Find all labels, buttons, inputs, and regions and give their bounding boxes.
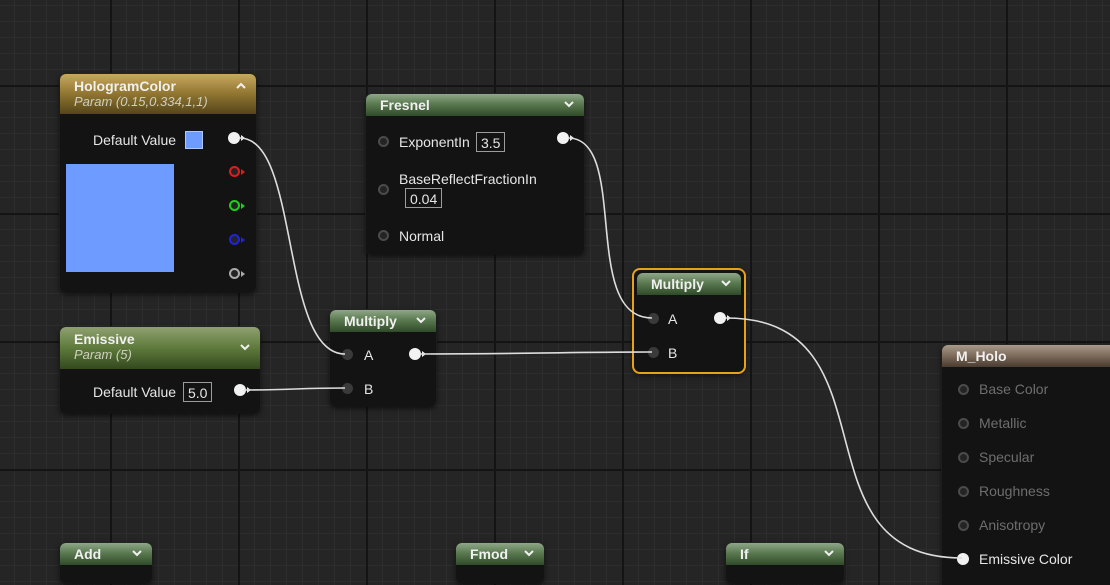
output-pin-arrow: [241, 271, 245, 277]
input-label-emissive-color: Emissive Color: [979, 551, 1073, 567]
color-swatch-small[interactable]: [185, 131, 203, 149]
input-pin-b[interactable]: [648, 347, 659, 358]
input-pin-a[interactable]: [648, 313, 659, 324]
output-pin[interactable]: [234, 384, 246, 396]
node-fmod[interactable]: Fmod: [456, 543, 544, 583]
output-pin-arrow: [247, 387, 251, 393]
input-label-metallic: Metallic: [979, 415, 1027, 431]
node-title: Add: [74, 546, 102, 562]
node-material-result[interactable]: M_Holo Base Color Metallic Specular Roug…: [942, 345, 1110, 585]
exponent-field[interactable]: 3.5: [476, 132, 506, 152]
input-pin-roughness[interactable]: [958, 486, 969, 497]
expand-icon[interactable]: [238, 340, 252, 354]
node-title: Multiply: [344, 313, 397, 329]
input-label-base-color: Base Color: [979, 381, 1049, 397]
output-pin[interactable]: [557, 132, 569, 144]
input-pin-metallic[interactable]: [958, 418, 969, 429]
node-subtitle: Param (5): [74, 347, 132, 362]
output-pin-rgba[interactable]: [228, 132, 240, 144]
expand-icon[interactable]: [822, 546, 836, 560]
input-label-anisotropy: Anisotropy: [979, 517, 1046, 533]
output-pin-arrow: [422, 351, 426, 357]
expand-icon[interactable]: [719, 276, 733, 290]
node-multiply-2-selected[interactable]: Multiply A B: [634, 270, 744, 372]
input-pin-anisotropy[interactable]: [958, 520, 969, 531]
output-pin[interactable]: [409, 348, 421, 360]
output-pin-arrow: [241, 135, 245, 141]
output-pin-arrow: [241, 203, 245, 209]
node-title: Fresnel: [380, 97, 430, 113]
output-pin-b[interactable]: [229, 234, 240, 245]
output-pin-arrow: [727, 315, 731, 321]
expand-icon[interactable]: [130, 546, 144, 560]
input-a-label: A: [364, 347, 374, 363]
wire-multiply1-to-multiply2-b[interactable]: [419, 351, 653, 355]
base-reflect-field[interactable]: 0.04: [405, 188, 443, 208]
color-preview-swatch: [66, 164, 174, 272]
wire-multiply2-to-emissive-color[interactable]: [725, 317, 963, 559]
input-a-label: A: [668, 311, 678, 327]
node-emissive[interactable]: Emissive Param (5) Default Value 5.0: [60, 327, 260, 413]
node-fresnel[interactable]: Fresnel ExponentIn 3.5 BaseReflectFracti…: [366, 94, 584, 254]
input-pin-exponent[interactable]: [378, 136, 389, 147]
expand-icon[interactable]: [522, 546, 536, 560]
input-pin-emissive-color[interactable]: [957, 553, 969, 565]
default-value-field[interactable]: 5.0: [183, 382, 213, 402]
expand-icon[interactable]: [414, 313, 428, 327]
input-label-specular: Specular: [979, 449, 1035, 465]
node-if[interactable]: If: [726, 543, 844, 583]
base-reflect-label: BaseReflectFractionIn: [399, 171, 537, 187]
input-pin-normal[interactable]: [378, 230, 389, 241]
node-title: Emissive: [74, 331, 135, 347]
input-b-label: B: [668, 345, 678, 361]
collapse-icon[interactable]: [234, 79, 248, 93]
input-label-roughness: Roughness: [979, 483, 1050, 499]
node-subtitle: Param (0.15,0.334,1,1): [74, 94, 208, 109]
default-value-label: Default Value: [93, 132, 177, 148]
node-title: M_Holo: [956, 348, 1007, 364]
node-add[interactable]: Add: [60, 543, 152, 583]
input-pin-a[interactable]: [342, 349, 353, 360]
output-pin-arrow: [570, 135, 574, 141]
input-pin-base-color[interactable]: [958, 384, 969, 395]
output-pin-r[interactable]: [229, 166, 240, 177]
input-pin-specular[interactable]: [958, 452, 969, 463]
node-multiply-1[interactable]: Multiply A B: [330, 310, 436, 406]
node-title: Multiply: [651, 276, 704, 292]
node-title: Fmod: [470, 546, 509, 562]
output-pin-arrow: [241, 237, 245, 243]
input-b-label: B: [364, 381, 374, 397]
expand-icon[interactable]: [562, 97, 576, 111]
input-pin-b[interactable]: [342, 383, 353, 394]
exponent-label: ExponentIn: [399, 134, 470, 150]
node-hologram-color[interactable]: HologramColor Param (0.15,0.334,1,1) Def…: [60, 74, 256, 292]
output-pin-g[interactable]: [229, 200, 240, 211]
output-pin-arrow: [241, 169, 245, 175]
output-pin-a[interactable]: [229, 268, 240, 279]
node-title: If: [740, 546, 749, 562]
input-pin-base-reflect[interactable]: [378, 184, 389, 195]
output-pin[interactable]: [714, 312, 726, 324]
default-value-label: Default Value: [93, 384, 177, 400]
node-title: HologramColor: [74, 78, 176, 94]
normal-label: Normal: [399, 228, 445, 244]
